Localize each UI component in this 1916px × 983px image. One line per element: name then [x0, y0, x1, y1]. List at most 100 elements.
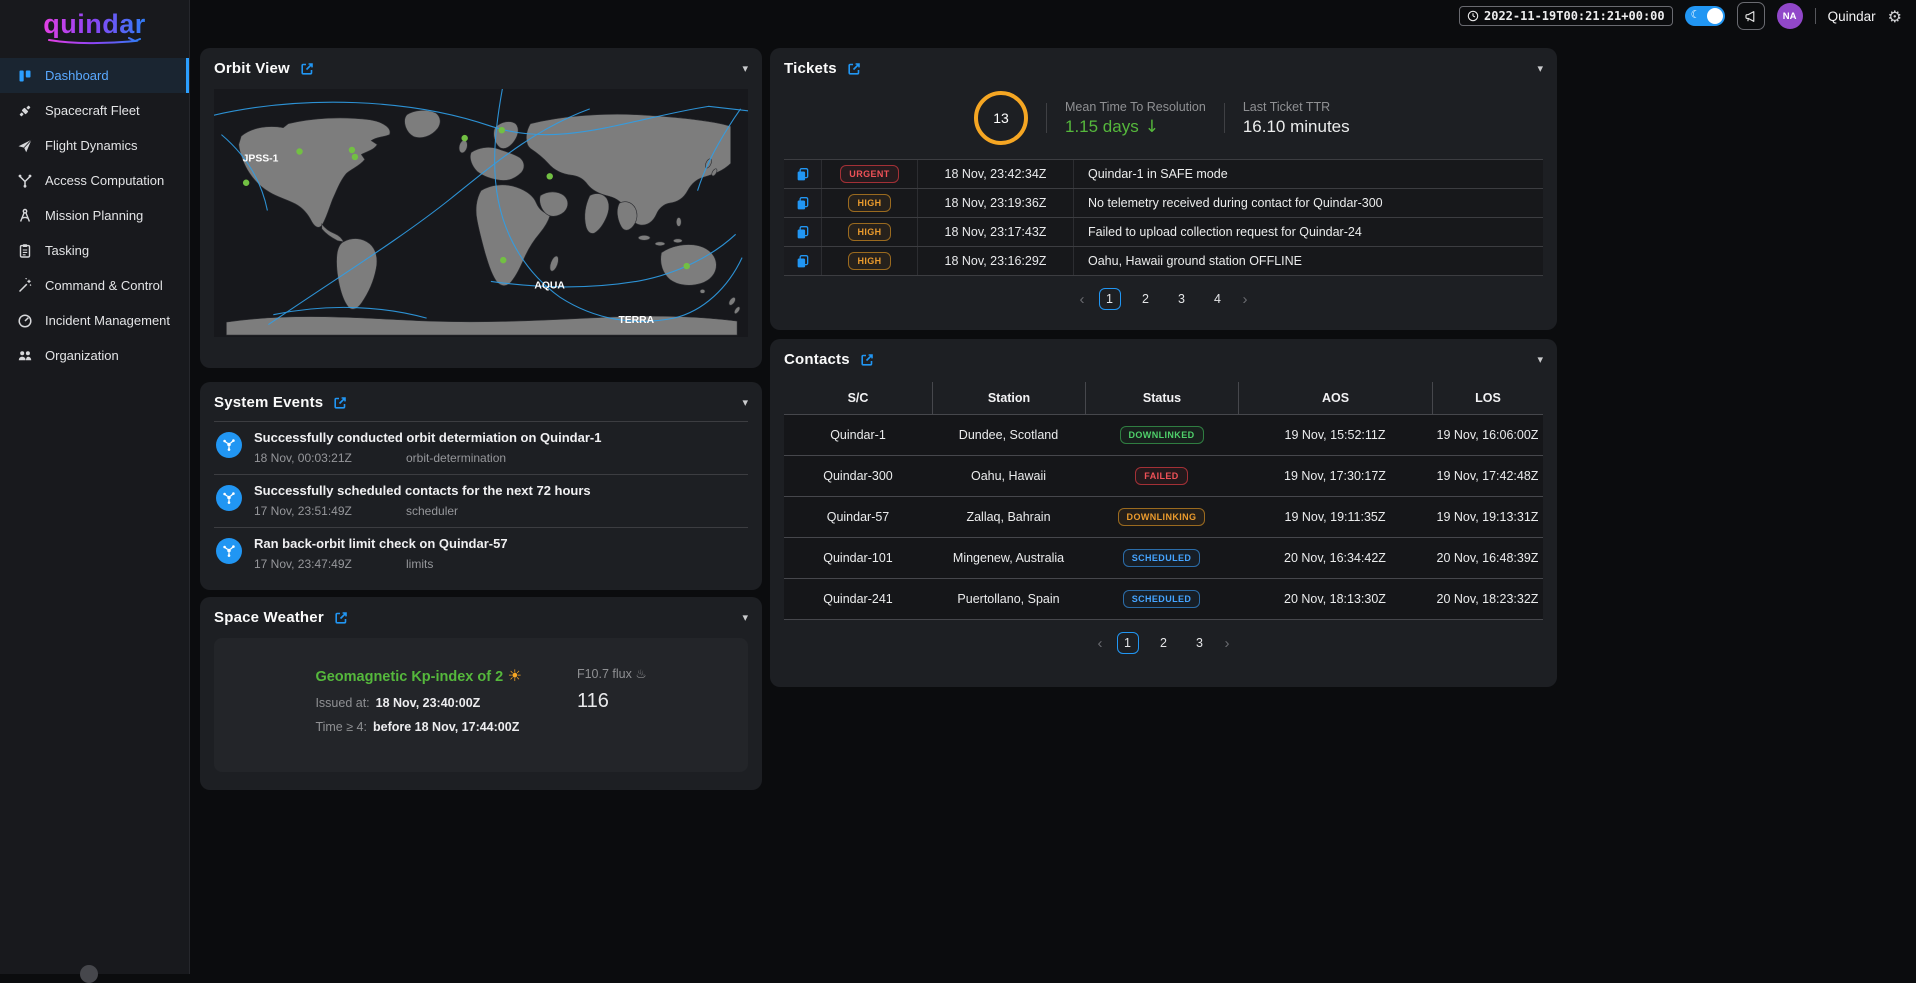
contact-row[interactable]: Quindar-101 Mingenew, Australia SCHEDULE…	[784, 537, 1543, 578]
open-tickets-ring: 13	[974, 91, 1028, 145]
contact-sc: Quindar-101	[784, 551, 932, 565]
contact-sc: Quindar-241	[784, 592, 932, 606]
main-content: Orbit View ▾	[200, 48, 1557, 790]
announcements-button[interactable]	[1737, 2, 1765, 30]
mttr-value: 1.15 days	[1065, 117, 1139, 136]
contact-sc: Quindar-300	[784, 469, 932, 483]
page-button-3[interactable]: 3	[1171, 288, 1193, 310]
orbit-view-title: Orbit View	[214, 60, 290, 77]
sidebar-item-tasking[interactable]: Tasking	[0, 233, 189, 268]
toggle-knob	[1707, 8, 1723, 24]
satellite-icon	[17, 103, 33, 119]
contact-sc: Quindar-57	[784, 510, 932, 524]
sidebar-item-label: Spacecraft Fleet	[45, 103, 140, 118]
sidebar-item-incident-management[interactable]: Incident Management	[0, 303, 189, 338]
event-satellite-icon	[216, 538, 242, 564]
sidebar-item-label: Organization	[45, 348, 119, 363]
ticket-metrics: 13 Mean Time To Resolution 1.15 days↓ La…	[974, 91, 1543, 145]
status-badge: FAILED	[1135, 467, 1187, 485]
tickets-collapse-caret[interactable]: ▾	[1537, 62, 1543, 75]
app-logo[interactable]: quindar	[0, 0, 189, 50]
ticket-row[interactable]: HIGH 18 Nov, 23:19:36Z No telemetry rece…	[784, 189, 1543, 218]
clock-icon	[1467, 10, 1479, 22]
threshold-label: Time ≥ 4:	[315, 720, 367, 734]
ticket-description: Oahu, Hawaii ground station OFFLINE	[1074, 247, 1543, 275]
page-button-3[interactable]: 3	[1189, 632, 1211, 654]
orbit-view-panel: Orbit View ▾	[200, 48, 762, 368]
ticket-row[interactable]: HIGH 18 Nov, 23:16:29Z Oahu, Hawaii grou…	[784, 247, 1543, 276]
tickets-expand-button[interactable]	[847, 62, 861, 76]
event-title: Successfully scheduled contacts for the …	[254, 483, 591, 498]
space-weather-collapse-caret[interactable]: ▾	[742, 611, 748, 624]
ticket-row[interactable]: URGENT 18 Nov, 23:42:34Z Quindar-1 in SA…	[784, 160, 1543, 189]
column-header-sc: S/C	[784, 382, 932, 414]
space-weather-expand-button[interactable]	[334, 611, 348, 625]
gear-icon[interactable]: ⚙	[1888, 7, 1902, 26]
event-item[interactable]: Successfully conducted orbit determiatio…	[214, 421, 748, 474]
system-events-expand-button[interactable]	[333, 396, 347, 410]
event-title: Ran back-orbit limit check on Quindar-57	[254, 536, 508, 551]
contacts-expand-button[interactable]	[860, 353, 874, 367]
prev-page-arrow[interactable]: ‹	[1098, 635, 1103, 652]
system-events-collapse-caret[interactable]: ▾	[742, 396, 748, 409]
tickets-pagination: ‹ 1 2 3 4 ›	[784, 288, 1543, 310]
sidebar-item-flight-dynamics[interactable]: Flight Dynamics	[0, 128, 189, 163]
page-button-4[interactable]: 4	[1207, 288, 1229, 310]
next-page-arrow[interactable]: ›	[1243, 291, 1248, 308]
contact-los: 20 Nov, 18:23:32Z	[1432, 592, 1543, 606]
priority-badge: HIGH	[848, 252, 890, 270]
event-tag: limits	[406, 557, 433, 571]
sidebar-nav: Dashboard Spacecraft Fleet Flight Dynami…	[0, 58, 189, 373]
page-button-1[interactable]: 1	[1099, 288, 1121, 310]
contact-row[interactable]: Quindar-57 Zallaq, Bahrain DOWNLINKING 1…	[784, 496, 1543, 537]
tickets-table: URGENT 18 Nov, 23:42:34Z Quindar-1 in SA…	[784, 159, 1543, 276]
sidebar-item-command-control[interactable]: Command & Control	[0, 268, 189, 303]
event-item[interactable]: Successfully scheduled contacts for the …	[214, 474, 748, 527]
event-item[interactable]: Ran back-orbit limit check on Quindar-57…	[214, 527, 748, 580]
contacts-collapse-caret[interactable]: ▾	[1537, 353, 1543, 366]
contact-row[interactable]: Quindar-1 Dundee, Scotland DOWNLINKED 19…	[784, 414, 1543, 455]
sidebar-item-mission-planning[interactable]: Mission Planning	[0, 198, 189, 233]
page-button-2[interactable]: 2	[1153, 632, 1175, 654]
right-column: Tickets ▾ 13 Mean Time To Resolution 1.1…	[770, 48, 1557, 790]
gauge-icon	[17, 313, 33, 329]
contacts-title: Contacts	[784, 351, 850, 368]
expand-icon	[860, 353, 874, 367]
sidebar-item-access-computation[interactable]: Access Computation	[0, 163, 189, 198]
column-header-status: Status	[1085, 382, 1238, 414]
contact-station: Mingenew, Australia	[932, 551, 1085, 565]
contact-row[interactable]: Quindar-300 Oahu, Hawaii FAILED 19 Nov, …	[784, 455, 1543, 496]
sun-icon: ☀	[508, 666, 522, 685]
ticket-row[interactable]: HIGH 18 Nov, 23:17:43Z Failed to upload …	[784, 218, 1543, 247]
kp-block: Geomagnetic Kp-index of 2 ☀ Issued at:18…	[315, 666, 522, 734]
user-avatar[interactable]: NA	[1777, 3, 1803, 29]
expand-icon	[333, 396, 347, 410]
sidebar-item-dashboard[interactable]: Dashboard	[0, 58, 189, 93]
prev-page-arrow[interactable]: ‹	[1080, 291, 1085, 308]
sidebar-item-organization[interactable]: Organization	[0, 338, 189, 373]
sidebar-item-label: Access Computation	[45, 173, 164, 188]
orbit-collapse-caret[interactable]: ▾	[742, 62, 748, 75]
threshold-value: before 18 Nov, 17:44:00Z	[373, 720, 519, 734]
event-satellite-icon	[216, 432, 242, 458]
metric-divider	[1046, 103, 1047, 133]
sidebar-item-label: Dashboard	[45, 68, 109, 83]
kp-index-text: Geomagnetic Kp-index of 2	[315, 669, 503, 685]
contact-los: 20 Nov, 16:48:39Z	[1432, 551, 1543, 565]
page-button-2[interactable]: 2	[1135, 288, 1157, 310]
next-page-arrow[interactable]: ›	[1225, 635, 1230, 652]
satellite-label-terra: TERRA	[618, 315, 654, 326]
status-badge: DOWNLINKED	[1120, 426, 1204, 444]
theme-toggle[interactable]: ☾	[1685, 6, 1725, 26]
event-list: Successfully conducted orbit determiatio…	[214, 421, 748, 580]
page-button-1[interactable]: 1	[1117, 632, 1139, 654]
orbit-expand-button[interactable]	[300, 62, 314, 76]
ticket-description: Quindar-1 in SAFE mode	[1074, 160, 1543, 188]
sidebar-item-spacecraft-fleet[interactable]: Spacecraft Fleet	[0, 93, 189, 128]
mttr-label: Mean Time To Resolution	[1065, 100, 1206, 114]
contact-row[interactable]: Quindar-241 Puertollano, Spain SCHEDULED…	[784, 578, 1543, 619]
satellite-label-aqua: AQUA	[534, 280, 565, 291]
world-map: JPSS-1 AQUA TERRA	[214, 89, 748, 337]
contact-los: 19 Nov, 17:42:48Z	[1432, 469, 1543, 483]
contact-los: 19 Nov, 16:06:00Z	[1432, 428, 1543, 442]
